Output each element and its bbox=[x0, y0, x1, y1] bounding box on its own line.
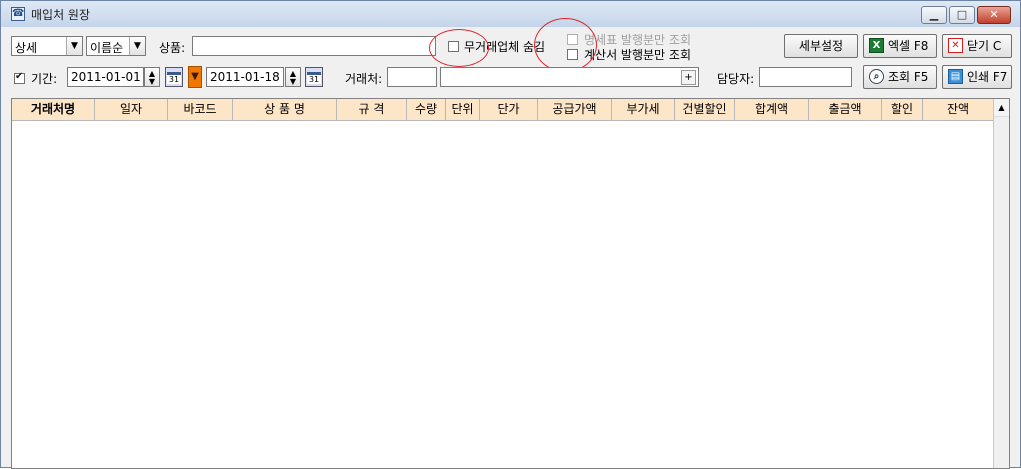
period-label: 기간: bbox=[31, 72, 58, 86]
ledger-grid[interactable]: 거래처명 일자 바코드 상 품 명 규 격 수량 단위 단가 공급가액 부가세 … bbox=[11, 98, 1010, 469]
manager-label: 담당자: bbox=[717, 72, 755, 86]
grid-scrollbar[interactable]: ▲ bbox=[993, 99, 1009, 468]
excel-icon: X bbox=[869, 38, 884, 53]
plus-icon: + bbox=[684, 72, 693, 83]
annotation-circle bbox=[534, 18, 597, 72]
calendar-icon: 31 bbox=[307, 72, 321, 84]
column-header-balance[interactable]: 잔액 bbox=[923, 99, 994, 121]
vendor-name-input[interactable] bbox=[440, 67, 699, 87]
printer-icon: ▤ bbox=[948, 69, 963, 84]
close-icon: ✕ bbox=[989, 8, 999, 21]
maximize-button[interactable]: □ bbox=[949, 6, 975, 24]
vendor-code-input[interactable] bbox=[387, 67, 437, 87]
minimize-button[interactable]: ▁ bbox=[921, 6, 947, 24]
app-icon: ☎ bbox=[11, 7, 25, 21]
date-from-spinner[interactable]: ▲ ▼ bbox=[144, 67, 160, 87]
column-header-quantity[interactable]: 수량 bbox=[407, 99, 446, 121]
chevron-down-icon: ▼ bbox=[148, 77, 156, 86]
window-title: 매입처 원장 bbox=[31, 8, 91, 22]
column-header-barcode[interactable]: 바코드 bbox=[168, 99, 233, 121]
maximize-icon: □ bbox=[956, 8, 968, 21]
vendor-lookup-button[interactable]: + bbox=[681, 70, 696, 85]
title-bar[interactable]: ☎ 매입처 원장 ▁ □ ✕ bbox=[1, 1, 1020, 27]
column-header-vendor[interactable]: 거래처명 bbox=[12, 99, 95, 121]
minimize-icon: ▁ bbox=[929, 8, 939, 21]
close-window-button[interactable]: ✕ bbox=[977, 6, 1011, 24]
print-button[interactable]: ▤ 인쇄 F7 bbox=[942, 65, 1012, 89]
date-range-toggle[interactable]: ▼ bbox=[188, 66, 202, 88]
date-to-calendar-button[interactable]: 31 bbox=[305, 67, 323, 87]
close-icon: ✕ bbox=[948, 38, 963, 53]
excel-export-button[interactable]: X 엑셀 F8 bbox=[863, 34, 937, 58]
date-to-spinner[interactable]: ▲ ▼ bbox=[285, 67, 301, 87]
date-to-input[interactable]: 2011-01-18 bbox=[206, 67, 284, 87]
column-header-date[interactable]: 일자 bbox=[95, 99, 168, 121]
manager-input[interactable] bbox=[759, 67, 852, 87]
product-label: 상품: bbox=[159, 41, 186, 55]
triangle-down-icon: ▼ bbox=[191, 71, 199, 82]
ledger-window: ☎ 매입처 원장 ▁ □ ✕ 상세 ▼ 이름순 ▼ 상품: 무거래업체 숨김 명… bbox=[0, 0, 1021, 469]
column-header-spec[interactable]: 규 격 bbox=[337, 99, 407, 121]
column-header-unit[interactable]: 단위 bbox=[446, 99, 480, 121]
chevron-down-icon: ▼ bbox=[129, 37, 145, 55]
date-from-calendar-button[interactable]: 31 bbox=[165, 67, 183, 87]
search-icon: ⌕ bbox=[869, 69, 884, 84]
product-input[interactable] bbox=[192, 36, 436, 56]
close-button[interactable]: ✕ 닫기 C bbox=[942, 34, 1012, 58]
column-header-supply-amount[interactable]: 공급가액 bbox=[538, 99, 612, 121]
period-checkbox[interactable] bbox=[14, 71, 25, 84]
invoice-only-label: 계산서 발행분만 조회 bbox=[584, 48, 691, 62]
chevron-down-icon: ▼ bbox=[66, 37, 82, 55]
view-mode-select[interactable]: 상세 ▼ bbox=[11, 36, 83, 56]
calendar-icon: 31 bbox=[167, 72, 181, 84]
date-from-input[interactable]: 2011-01-01 bbox=[67, 67, 144, 87]
detail-settings-button[interactable]: 세부설정 bbox=[784, 34, 858, 58]
search-button[interactable]: ⌕ 조회 F5 bbox=[863, 65, 937, 89]
column-header-payment[interactable]: 출금액 bbox=[809, 99, 882, 121]
scroll-up-icon[interactable]: ▲ bbox=[994, 99, 1009, 117]
vendor-label: 거래처: bbox=[345, 72, 383, 86]
column-header-product-name[interactable]: 상 품 명 bbox=[233, 99, 337, 121]
column-header-unit-price[interactable]: 단가 bbox=[480, 99, 538, 121]
column-header-discount[interactable]: 할인 bbox=[882, 99, 923, 121]
column-header-item-discount[interactable]: 건별할인 bbox=[675, 99, 735, 121]
sort-order-select[interactable]: 이름순 ▼ bbox=[86, 36, 146, 56]
column-header-total[interactable]: 합계액 bbox=[735, 99, 809, 121]
column-header-vat[interactable]: 부가세 bbox=[612, 99, 675, 121]
annotation-circle bbox=[429, 29, 489, 67]
chevron-down-icon: ▼ bbox=[289, 77, 297, 86]
